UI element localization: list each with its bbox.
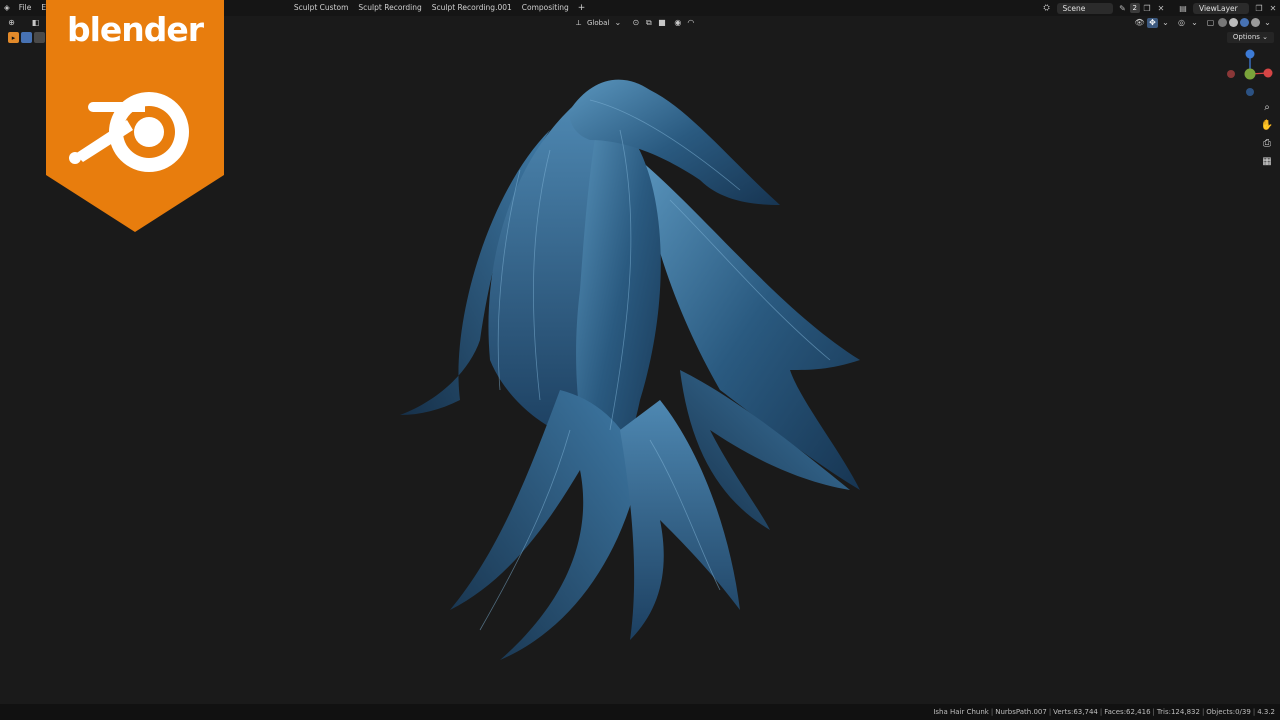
editor-type-icon[interactable]: ⊕ xyxy=(6,18,17,28)
copy-icon[interactable]: ❐ xyxy=(1142,3,1152,13)
tab-sculpt-recording[interactable]: Sculpt Recording xyxy=(353,0,426,16)
wireframe-shading-icon[interactable] xyxy=(1218,18,1227,27)
status-version: 4.3.2 xyxy=(1257,708,1275,716)
blender-menu-icon[interactable]: ◈ xyxy=(0,0,14,16)
neg-x-axis-handle[interactable] xyxy=(1227,70,1235,78)
blender-logo: blender xyxy=(46,0,224,232)
pivot-icon[interactable]: ⊙ xyxy=(630,18,641,28)
options-dropdown[interactable]: Options ⌄ xyxy=(1226,32,1274,43)
status-faces: Faces:62,416 xyxy=(1104,708,1151,716)
transform-orientation-select[interactable]: Global xyxy=(587,19,609,27)
zoom-icon[interactable]: ⌕ xyxy=(1260,100,1274,114)
scene-field[interactable]: Scene xyxy=(1056,2,1113,14)
logo-wordmark: blender xyxy=(66,10,204,49)
pan-hand-icon[interactable]: ✋ xyxy=(1260,118,1274,132)
status-tris: Tris:124,832 xyxy=(1156,708,1200,716)
perspective-grid-icon[interactable]: ▦ xyxy=(1260,154,1274,168)
tab-sculpt-custom[interactable]: Sculpt Custom xyxy=(289,0,354,16)
select-extend-icon[interactable] xyxy=(34,32,45,43)
snap-target-icon[interactable]: ■ xyxy=(656,18,667,28)
hair-strand-lower-left xyxy=(450,390,640,660)
view-layer-field[interactable]: ViewLayer xyxy=(1193,2,1249,14)
tab-compositing[interactable]: Compositing xyxy=(517,0,574,16)
header-right: 👁 ✥ ⌄ ◎ ⌄ ▢ ⌄ xyxy=(1133,16,1274,29)
hair-chunk-render xyxy=(400,79,860,660)
status-verts: Verts:63,744 xyxy=(1053,708,1098,716)
status-object-name: Isha Hair Chunk xyxy=(933,708,989,716)
header-center: ⟂ Global ⌄ ⊙ ⧉ ■ ◉ ◠ xyxy=(572,16,697,29)
overlay-chevron-icon[interactable]: ⌄ xyxy=(1189,18,1200,28)
chevron-down-icon[interactable]: ⌄ xyxy=(612,18,623,28)
file-menu[interactable]: File xyxy=(14,0,37,16)
camera-icon[interactable]: ⎙ xyxy=(1260,136,1274,150)
gizmo-toggle-icon[interactable]: ✥ xyxy=(1147,17,1158,28)
rendered-shading-icon[interactable] xyxy=(1251,18,1260,27)
view-layer-icon[interactable]: ▤ xyxy=(1178,3,1188,13)
shading-chevron-icon[interactable]: ⌄ xyxy=(1262,18,1273,28)
select-box-icon[interactable] xyxy=(21,32,32,43)
mode-icon[interactable]: ◧ xyxy=(30,18,41,28)
topbar-right: ⛭ Scene ✎ 2 ❐ ✕ ▤ ViewLayer ❐ ✕ xyxy=(1040,0,1280,16)
neg-z-axis-handle[interactable] xyxy=(1246,88,1254,96)
xray-icon[interactable]: ▢ xyxy=(1205,18,1216,28)
gizmo-chevron-icon[interactable]: ⌄ xyxy=(1160,18,1171,28)
overlay-icon[interactable]: ◎ xyxy=(1176,18,1187,28)
nav-tools: ⌕ ✋ ⎙ ▦ xyxy=(1260,100,1274,172)
remove-layer-icon[interactable]: ✕ xyxy=(1268,3,1278,13)
proportional-edit-icon[interactable]: ◉ xyxy=(672,18,683,28)
navigation-gizmo[interactable] xyxy=(1220,44,1280,104)
tool-row: ▸ xyxy=(8,32,47,43)
close-icon[interactable]: ✕ xyxy=(1156,3,1166,13)
options-label: Options xyxy=(1232,33,1260,41)
z-axis-handle[interactable] xyxy=(1245,49,1255,59)
status-bar: Isha Hair Chunk | NurbsPath.007 | Verts:63… xyxy=(0,704,1280,720)
visibility-icon[interactable]: 👁 xyxy=(1134,18,1145,28)
y-axis-handle[interactable] xyxy=(1244,68,1256,80)
material-shading-icon[interactable] xyxy=(1240,18,1249,27)
status-objects: Objects:0/39 xyxy=(1206,708,1251,716)
orientation-icon: ⟂ xyxy=(575,17,582,27)
tab-sculpt-recording-001[interactable]: Sculpt Recording.001 xyxy=(427,0,517,16)
new-layer-icon[interactable]: ❐ xyxy=(1254,3,1264,13)
snap-icon[interactable]: ⧉ xyxy=(643,18,654,28)
scene-count-badge: 2 xyxy=(1129,3,1140,13)
falloff-icon[interactable]: ◠ xyxy=(685,18,696,28)
solid-shading-icon[interactable] xyxy=(1229,18,1238,27)
status-active-path: NurbsPath.007 xyxy=(995,708,1047,716)
select-tool-icon[interactable]: ▸ xyxy=(8,32,19,43)
x-axis-handle[interactable] xyxy=(1263,68,1273,78)
scene-icon[interactable]: ⛭ xyxy=(1042,3,1052,13)
add-workspace-button[interactable]: + xyxy=(574,3,590,13)
pin-icon[interactable]: ✎ xyxy=(1118,3,1128,13)
